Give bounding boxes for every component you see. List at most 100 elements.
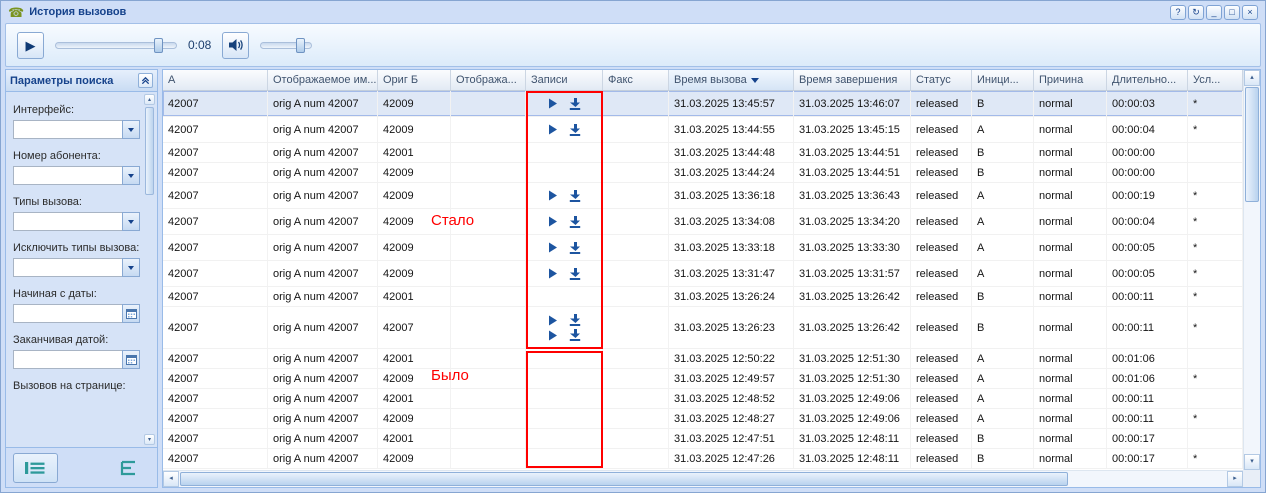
call-types-label: Типы вызова: — [13, 196, 140, 209]
cell-display_b — [451, 429, 526, 448]
chevron-down-icon — [128, 220, 134, 224]
column-header-3[interactable]: Ориг Б — [378, 70, 451, 90]
column-header-4[interactable]: Отобража... — [451, 70, 526, 90]
column-header-12[interactable]: Длительно... — [1107, 70, 1188, 90]
sidebar-scroll-thumb[interactable] — [145, 107, 154, 195]
table-row[interactable]: 42007orig A num 420074200131.03.2025 12:… — [163, 389, 1243, 409]
end-date-calendar-trigger[interactable] — [122, 350, 140, 369]
close-button[interactable]: × — [1242, 5, 1258, 20]
table-row[interactable]: 42007orig A num 420074200131.03.2025 12:… — [163, 349, 1243, 369]
download-record-icon[interactable] — [569, 268, 581, 280]
table-row[interactable]: 42007orig A num 420074200931.03.2025 13:… — [163, 117, 1243, 143]
column-header-2[interactable]: Отображаемое им... — [268, 70, 378, 90]
table-row[interactable]: 42007orig A num 420074200131.03.2025 12:… — [163, 429, 1243, 449]
refresh-button[interactable]: ↻ — [1188, 5, 1204, 20]
table-row[interactable]: 42007orig A num 420074200131.03.2025 13:… — [163, 143, 1243, 163]
vertical-scroll-thumb[interactable] — [1245, 87, 1259, 202]
scroll-down-icon[interactable]: ▾ — [1244, 454, 1260, 470]
column-header-10[interactable]: Иници... — [972, 70, 1034, 90]
exclude-call-types-field[interactable] — [13, 258, 122, 277]
column-header-9[interactable]: Статус — [911, 70, 972, 90]
download-record-icon[interactable] — [569, 314, 581, 326]
cell-service: * — [1188, 261, 1243, 286]
exclude-call-types-dropdown-trigger[interactable] — [122, 258, 140, 277]
table-row[interactable]: 42007orig A num 420074200931.03.2025 13:… — [163, 235, 1243, 261]
call-types-dropdown-trigger[interactable] — [122, 212, 140, 231]
cell-initiator: B — [972, 429, 1034, 448]
column-header-5[interactable]: Записи — [526, 70, 603, 90]
cell-call_time: 31.03.2025 13:31:47 — [669, 261, 794, 286]
records-cell — [526, 91, 603, 116]
table-row[interactable]: 42007orig A num 420074200931.03.2025 13:… — [163, 91, 1243, 117]
download-record-icon[interactable] — [569, 124, 581, 136]
cell-display_a: orig A num 42007 — [268, 287, 378, 306]
cell-call_time: 31.03.2025 13:26:24 — [669, 287, 794, 306]
maximize-button[interactable]: □ — [1224, 5, 1240, 20]
scroll-left-icon[interactable]: ◂ — [163, 471, 179, 487]
records-cell — [526, 261, 603, 286]
cell-display_b — [451, 143, 526, 162]
table-row[interactable]: 42007orig A num 420074200931.03.2025 13:… — [163, 209, 1243, 235]
horizontal-scroll-thumb[interactable] — [180, 472, 1068, 486]
collapse-panel-button[interactable] — [138, 73, 153, 88]
download-record-icon[interactable] — [569, 216, 581, 228]
download-record-icon[interactable] — [569, 329, 581, 341]
interface-field[interactable] — [13, 120, 122, 139]
scroll-up-icon[interactable]: ▴ — [144, 94, 155, 105]
call-types-field[interactable] — [13, 212, 122, 231]
play-record-icon[interactable] — [548, 330, 558, 341]
column-header-8[interactable]: Время завершения — [794, 70, 911, 90]
help-button[interactable]: ? — [1170, 5, 1186, 20]
horizontal-scrollbar[interactable]: ◂ ▸ — [163, 470, 1243, 487]
table-row[interactable]: 42007orig A num 420074200931.03.2025 13:… — [163, 163, 1243, 183]
column-header-13[interactable]: Усл... — [1188, 70, 1243, 90]
scroll-right-icon[interactable]: ▸ — [1227, 471, 1243, 487]
column-label: Статус — [916, 74, 951, 86]
cell-initiator: A — [972, 235, 1034, 260]
seek-thumb[interactable] — [154, 38, 163, 53]
play-record-icon[interactable] — [548, 242, 558, 253]
play-record-icon[interactable] — [548, 98, 558, 109]
cell-display_a: orig A num 42007 — [268, 91, 378, 116]
column-header-7[interactable]: Время вызова — [669, 70, 794, 90]
volume-thumb[interactable] — [296, 38, 305, 53]
download-record-icon[interactable] — [569, 242, 581, 254]
play-record-icon[interactable] — [548, 268, 558, 279]
play-button[interactable]: ▶ — [17, 32, 44, 59]
download-record-icon[interactable] — [569, 190, 581, 202]
end-date-field[interactable] — [13, 350, 122, 369]
start-date-calendar-trigger[interactable] — [122, 304, 140, 323]
interface-dropdown-trigger[interactable] — [122, 120, 140, 139]
table-row[interactable]: 42007orig A num 420074200731.03.2025 13:… — [163, 307, 1243, 349]
audio-player-toolbar: ▶ 0:08 — [5, 23, 1261, 67]
cell-a: 42007 — [163, 117, 268, 142]
volume-slider[interactable] — [260, 42, 312, 49]
play-record-icon[interactable] — [548, 315, 558, 326]
minimize-button[interactable]: _ — [1206, 5, 1222, 20]
table-row[interactable]: 42007orig A num 420074200931.03.2025 12:… — [163, 449, 1243, 469]
record-controls — [548, 329, 581, 341]
start-date-field[interactable] — [13, 304, 122, 323]
download-record-icon[interactable] — [569, 98, 581, 110]
play-record-icon[interactable] — [548, 124, 558, 135]
table-row[interactable]: 42007orig A num 420074200931.03.2025 13:… — [163, 183, 1243, 209]
scroll-down-icon[interactable]: ▾ — [144, 434, 155, 445]
column-header-11[interactable]: Причина — [1034, 70, 1107, 90]
table-row[interactable]: 42007orig A num 420074200931.03.2025 12:… — [163, 369, 1243, 389]
table-row[interactable]: 42007orig A num 420074200931.03.2025 13:… — [163, 261, 1243, 287]
sidebar-scrollbar[interactable]: ▴ ▾ — [144, 94, 155, 445]
column-header-6[interactable]: Факс — [603, 70, 669, 90]
seek-slider[interactable] — [55, 42, 177, 49]
play-record-icon[interactable] — [548, 190, 558, 201]
table-row[interactable]: 42007orig A num 420074200131.03.2025 13:… — [163, 287, 1243, 307]
table-row[interactable]: 42007orig A num 420074200931.03.2025 12:… — [163, 409, 1243, 429]
column-header-1[interactable]: А — [163, 70, 268, 90]
list-view-button[interactable] — [13, 453, 58, 483]
volume-button[interactable] — [222, 32, 249, 59]
subscriber-number-dropdown-trigger[interactable] — [122, 166, 140, 185]
vertical-scrollbar[interactable]: ▴ ▾ — [1243, 70, 1260, 470]
subscriber-number-field[interactable] — [13, 166, 122, 185]
tree-view-button[interactable] — [106, 453, 151, 483]
play-record-icon[interactable] — [548, 216, 558, 227]
scroll-up-icon[interactable]: ▴ — [1244, 70, 1260, 86]
